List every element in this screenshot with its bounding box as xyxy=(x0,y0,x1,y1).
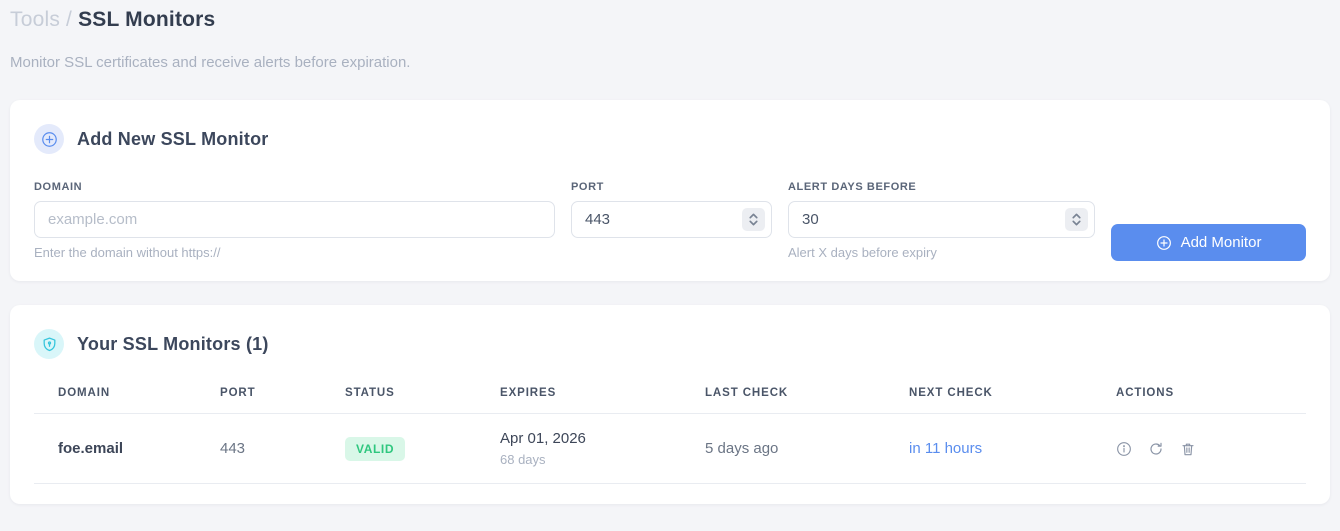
info-icon xyxy=(1117,441,1131,456)
col-header-status: STATUS xyxy=(335,381,490,414)
port-field-group: PORT xyxy=(571,181,772,238)
col-header-domain: DOMAIN xyxy=(34,381,210,414)
refresh-button[interactable] xyxy=(1148,441,1164,457)
col-header-next-check: NEXT CHECK xyxy=(899,381,1106,414)
alert-days-input[interactable] xyxy=(788,201,1095,238)
plus-circle-icon xyxy=(1156,235,1171,250)
port-stepper[interactable] xyxy=(742,208,765,231)
monitors-card-header: Your SSL Monitors (1) xyxy=(34,329,1306,359)
info-button[interactable] xyxy=(1116,441,1132,457)
monitors-table: DOMAIN PORT STATUS EXPIRES LAST CHECK NE… xyxy=(34,381,1306,484)
monitor-next-check: in 11 hours xyxy=(899,413,1106,484)
monitors-card-title: Your SSL Monitors (1) xyxy=(77,333,269,354)
add-monitor-button[interactable]: Add Monitor xyxy=(1111,224,1306,261)
col-header-expires: EXPIRES xyxy=(490,381,695,414)
breadcrumb: Tools / SSL Monitors xyxy=(10,8,1330,32)
alert-days-stepper[interactable] xyxy=(1065,208,1088,231)
table-row: foe.email 443 VALID Apr 01, 2026 68 days… xyxy=(34,413,1306,484)
domain-helper-text: Enter the domain without https:// xyxy=(34,245,221,260)
monitor-expires-days: 68 days xyxy=(500,452,546,467)
add-monitor-card-header: Add New SSL Monitor xyxy=(34,124,1306,154)
col-header-actions: ACTIONS xyxy=(1106,381,1306,414)
refresh-icon xyxy=(1150,442,1162,455)
col-header-port: PORT xyxy=(210,381,335,414)
status-badge: VALID xyxy=(345,436,406,461)
monitor-expires-date: Apr 01, 2026 xyxy=(500,430,586,447)
add-monitor-button-label: Add Monitor xyxy=(1180,234,1262,251)
breadcrumb-tools-link[interactable]: Tools xyxy=(10,8,60,31)
table-header-row: DOMAIN PORT STATUS EXPIRES LAST CHECK NE… xyxy=(34,381,1306,414)
add-monitor-card: Add New SSL Monitor DOMAIN Enter the dom… xyxy=(10,100,1330,281)
add-monitor-card-title: Add New SSL Monitor xyxy=(77,128,269,149)
trash-icon xyxy=(1182,443,1194,455)
port-label: PORT xyxy=(571,181,604,193)
page-subtitle: Monitor SSL certificates and receive ale… xyxy=(10,54,411,71)
monitor-last-check: 5 days ago xyxy=(695,413,899,484)
alert-days-label: ALERT DAYS BEFORE xyxy=(788,181,917,193)
domain-label: DOMAIN xyxy=(34,181,83,193)
add-monitor-form: DOMAIN Enter the domain without https://… xyxy=(34,181,1306,261)
alert-days-helper-text: Alert X days before expiry xyxy=(788,245,937,260)
plus-circle-icon xyxy=(34,124,64,154)
alert-days-field-group: ALERT DAYS BEFORE Alert X days before ex… xyxy=(788,181,1095,260)
shield-icon xyxy=(34,329,64,359)
domain-field-group: DOMAIN Enter the domain without https:// xyxy=(34,181,555,260)
col-header-last-check: LAST CHECK xyxy=(695,381,899,414)
monitors-card: Your SSL Monitors (1) DOMAIN PORT STATUS… xyxy=(10,305,1330,504)
breadcrumb-separator: / xyxy=(66,8,73,31)
domain-input[interactable] xyxy=(34,201,555,238)
delete-button[interactable] xyxy=(1180,441,1196,457)
monitor-port: 443 xyxy=(210,413,335,484)
row-actions xyxy=(1116,441,1296,457)
ssl-monitors-page: Tools / SSL Monitors Monitor SSL certifica… xyxy=(0,0,1340,504)
monitor-domain: foe.email xyxy=(34,413,210,484)
page-title: SSL Monitors xyxy=(78,8,216,31)
